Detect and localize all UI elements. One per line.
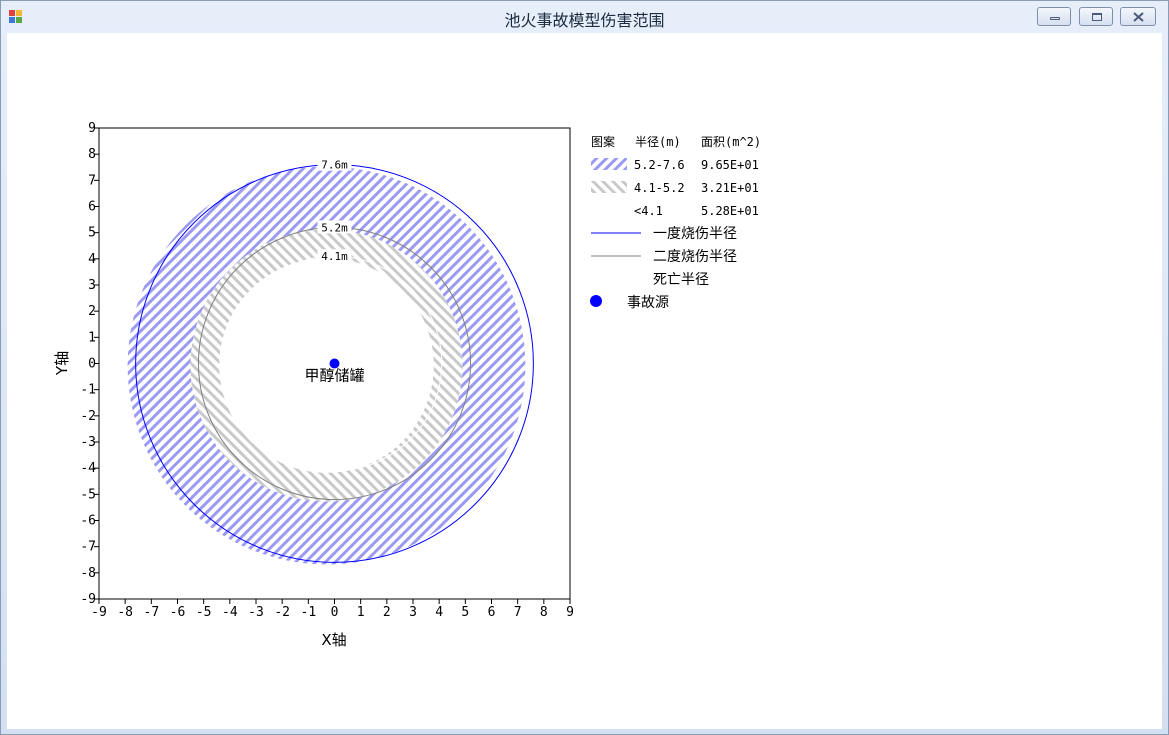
legend-zone-2-range: 4.1-5.2 xyxy=(634,181,685,195)
legend-label-second-degree: 二度烧伤半径 xyxy=(653,249,737,265)
x-tick-label: -6 xyxy=(170,605,186,620)
x-tick-label: 3 xyxy=(409,605,417,620)
x-tick-label: 1 xyxy=(357,605,365,620)
y-tick-label: -1 xyxy=(80,383,96,398)
x-tick-label: -2 xyxy=(274,605,290,620)
y-tick-label: -6 xyxy=(80,514,96,529)
y-axis-label: Y轴 xyxy=(53,351,71,376)
y-tick-label: -7 xyxy=(80,540,96,555)
y-tick-label: -8 xyxy=(80,566,96,581)
y-tick-label: 4 xyxy=(88,252,96,267)
hatch-zone-2 xyxy=(190,229,463,502)
app-window: 池火事故模型伤害范围 7.6m 5.2m 4.1m -9 -9 -8 -8 -7… xyxy=(0,0,1169,735)
x-tick-label: -1 xyxy=(301,605,317,620)
x-axis-label: X轴 xyxy=(321,631,346,649)
radius-label-3: 4.1m xyxy=(321,250,348,263)
injury-range-chart: 7.6m5.2m4.1m -9-9-8-8-7-7-6-6-5-5-4-4-3-… xyxy=(53,121,761,649)
y-tick-label: 6 xyxy=(88,200,96,215)
minimize-button[interactable] xyxy=(1037,7,1071,26)
y-tick-label: -3 xyxy=(80,435,96,450)
legend-swatch-zone-2 xyxy=(591,181,627,193)
x-tick-label: 2 xyxy=(383,605,391,620)
y-tick-label: -9 xyxy=(80,592,96,607)
minimize-icon xyxy=(1050,17,1060,20)
legend: 图案 半径(m) 面积(m^2) 5.2-7.6 9.65E+01 4.1-5.… xyxy=(590,134,761,311)
legend-dot-accident-source xyxy=(590,295,602,307)
radius-label-2: 5.2m xyxy=(321,221,348,234)
x-tick-label: 9 xyxy=(566,605,574,620)
y-tick-label: -5 xyxy=(80,487,96,502)
x-tick-label: 5 xyxy=(461,605,469,620)
window-title: 池火事故模型伤害范围 xyxy=(504,11,665,30)
maximize-icon xyxy=(1092,13,1102,21)
legend-zone-1-area: 9.65E+01 xyxy=(701,158,759,172)
y-tick-label: 1 xyxy=(88,330,96,345)
x-tick-label: 7 xyxy=(514,605,522,620)
legend-zone-3-range: <4.1 xyxy=(634,204,663,218)
legend-swatch-zone-1 xyxy=(591,158,627,170)
legend-label-first-degree: 一度烧伤半径 xyxy=(653,226,737,242)
legend-header-radius: 半径(m) xyxy=(635,135,681,149)
y-tick-label: 5 xyxy=(88,226,96,241)
legend-label-death: 死亡半径 xyxy=(653,272,709,288)
legend-zone-3-area: 5.28E+01 xyxy=(701,204,759,218)
x-tick-label: 0 xyxy=(331,605,339,620)
x-tick-label: -4 xyxy=(222,605,238,620)
hatch-zone-3 xyxy=(219,258,434,473)
x-tick-label: -3 xyxy=(248,605,264,620)
y-tick-label: 8 xyxy=(88,147,96,162)
legend-header-pattern: 图案 xyxy=(591,134,615,149)
y-tick-label: -4 xyxy=(80,461,96,476)
source-label: 甲醇储罐 xyxy=(304,367,364,385)
y-tick-label: 2 xyxy=(88,304,96,319)
client-area: 7.6m 5.2m 4.1m -9 -9 -8 -8 -7 -7 -6 -6 -5 -5 -4 -4 -3-… xyxy=(7,33,1162,729)
legend-header-area: 面积(m^2) xyxy=(701,135,761,149)
x-tick-label: -8 xyxy=(117,605,133,620)
legend-label-accident-source: 事故源 xyxy=(627,295,669,311)
radius-label-1: 7.6m xyxy=(321,159,348,172)
x-tick-label: 8 xyxy=(540,605,548,620)
x-tick-label: 4 xyxy=(435,605,443,620)
title-bar[interactable]: 池火事故模型伤害范围 xyxy=(1,1,1168,33)
y-tick-label: 9 xyxy=(88,121,96,136)
y-tick-label: 7 xyxy=(88,173,96,188)
legend-zone-2-area: 3.21E+01 xyxy=(701,181,759,195)
x-tick-label: -7 xyxy=(144,605,160,620)
close-icon xyxy=(1133,12,1144,22)
legend-zone-1-range: 5.2-7.6 xyxy=(634,158,685,172)
y-tick-label: -2 xyxy=(80,409,96,424)
x-tick-label: 6 xyxy=(488,605,496,620)
x-tick-label: -5 xyxy=(196,605,212,620)
close-button[interactable] xyxy=(1120,7,1156,26)
maximize-button[interactable] xyxy=(1079,7,1113,26)
y-tick-label: 3 xyxy=(88,278,96,293)
y-tick-label: 0 xyxy=(88,357,96,372)
x-tick-label: -9 xyxy=(91,605,107,620)
